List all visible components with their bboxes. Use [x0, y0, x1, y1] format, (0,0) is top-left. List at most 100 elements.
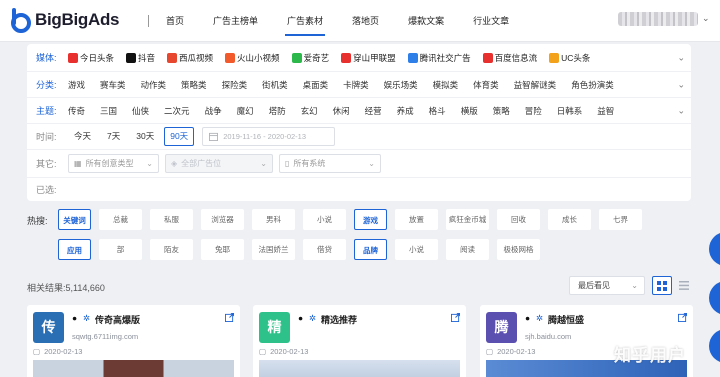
theme-option[interactable]: 魔幻	[237, 105, 254, 117]
media-option[interactable]: 百度信息流	[482, 52, 537, 64]
theme-option[interactable]: 日韩系	[557, 105, 583, 117]
theme-option[interactable]: 冒险	[525, 105, 542, 117]
hot-item[interactable]: 阅读	[446, 239, 489, 260]
keyword-tag[interactable]: 关键词	[58, 209, 91, 230]
hot-item[interactable]: 疯狂金币城	[446, 209, 489, 230]
theme-option[interactable]: 横版	[461, 105, 478, 117]
card-thumbnail[interactable]	[33, 360, 234, 377]
hot-item[interactable]: 部	[99, 239, 142, 260]
nav-home[interactable]: 首页	[158, 0, 192, 42]
category-option[interactable]: 探险类	[222, 79, 248, 91]
theme-option[interactable]: 格斗	[429, 105, 446, 117]
theme-option[interactable]: 策略	[493, 105, 510, 117]
time-7days-button[interactable]: 7天	[101, 127, 126, 146]
theme-option[interactable]: 益智	[597, 105, 614, 117]
media-option[interactable]: UC头条	[549, 52, 590, 64]
ad-card[interactable]: 传 ● ✲ 传奇高爆版 sqwtg.6711img.com ▢ 2020-02-1…	[27, 305, 240, 377]
logo[interactable]: BigBigAds	[10, 7, 119, 33]
floating-action-button[interactable]	[709, 281, 720, 315]
media-option[interactable]: 腾讯社交广告	[407, 52, 471, 64]
card-title[interactable]: 腾越恒盛	[548, 313, 584, 326]
ad-position-select[interactable]: ◈ 全部广告位 ⌄	[165, 154, 273, 173]
hot-item[interactable]: 放置	[395, 209, 438, 230]
hot-item[interactable]: 极极网格	[497, 239, 540, 260]
chevron-down-icon[interactable]: ⌄	[677, 52, 685, 63]
brand-tag[interactable]: 品牌	[354, 239, 387, 260]
list-view-button[interactable]	[674, 276, 694, 295]
card-thumbnail[interactable]	[259, 360, 460, 377]
hot-item[interactable]: 法国娇兰	[252, 239, 295, 260]
hot-item[interactable]: 成长	[548, 209, 591, 230]
time-90days-button[interactable]: 90天	[164, 127, 195, 146]
media-option[interactable]: 今日头条	[68, 52, 114, 64]
theme-option[interactable]: 养成	[397, 105, 414, 117]
hot-item[interactable]: 总裁	[99, 209, 142, 230]
theme-option[interactable]: 传奇	[68, 105, 85, 117]
hot-item[interactable]: 借贷	[303, 239, 346, 260]
category-option[interactable]: 娱乐场类	[384, 79, 418, 91]
floating-action-button[interactable]	[709, 232, 720, 266]
nav-advertiser-ranking[interactable]: 广告主榜单	[205, 0, 266, 42]
category-option[interactable]: 角色扮演类	[571, 79, 614, 91]
nav-landing-pages[interactable]: 落地页	[344, 0, 387, 42]
hot-item[interactable]: 七界	[599, 209, 642, 230]
grid-view-button[interactable]	[652, 276, 672, 295]
creative-type-select[interactable]: ▦ 所有创意类型 ⌄	[68, 154, 159, 173]
hot-item[interactable]: 兔耶	[201, 239, 244, 260]
theme-filter-row: 主题: 传奇 三国 仙侠 二次元 战争 魔幻 塔防 玄幻 休闲 经营 养成 格斗 横版 策略 冒险 日韩系 益智…	[27, 98, 691, 124]
nav-ad-creatives[interactable]: 广告素材	[279, 0, 331, 42]
chevron-down-icon[interactable]: ⌄	[677, 105, 685, 116]
hot-item[interactable]: 回收	[497, 209, 540, 230]
category-option[interactable]: 益智解谜类	[514, 79, 557, 91]
theme-option[interactable]: 塔防	[269, 105, 286, 117]
hot-item[interactable]: 浏览器	[201, 209, 244, 230]
date-range-picker[interactable]: 2019-11-16 - 2020-02-13	[202, 127, 336, 146]
hot-item[interactable]: 陌友	[150, 239, 193, 260]
time-today-button[interactable]: 今天	[68, 127, 97, 146]
floating-action-button[interactable]	[709, 329, 720, 363]
media-option[interactable]: 爱奇艺	[291, 52, 329, 64]
theme-option[interactable]: 经营	[365, 105, 382, 117]
card-title[interactable]: 精选推荐	[321, 313, 357, 326]
hot-item[interactable]: 男科	[252, 209, 295, 230]
media-option[interactable]: 西瓜视频	[167, 52, 213, 64]
category-option[interactable]: 动作类	[141, 79, 167, 91]
category-option[interactable]: 模拟类	[433, 79, 459, 91]
nav-hot-copy[interactable]: 爆款文案	[400, 0, 452, 42]
media-option[interactable]: 抖音	[126, 52, 155, 64]
external-link-icon[interactable]	[451, 313, 460, 324]
hot-item[interactable]: 私服	[150, 209, 193, 230]
chevron-down-icon[interactable]: ⌄	[677, 79, 685, 90]
category-option[interactable]: 游戏	[68, 79, 85, 91]
time-30days-button[interactable]: 30天	[130, 127, 160, 146]
hot-item[interactable]: 小说	[303, 209, 346, 230]
category-option[interactable]: 体育类	[473, 79, 499, 91]
theme-option[interactable]: 三国	[100, 105, 117, 117]
app-tag[interactable]: 应用	[58, 239, 91, 260]
category-option[interactable]: 街机类	[262, 79, 288, 91]
external-link-icon[interactable]	[678, 313, 687, 324]
external-link-icon[interactable]	[225, 313, 234, 324]
media-option[interactable]: 火山小视频	[225, 52, 280, 64]
category-option[interactable]: 策略类	[181, 79, 207, 91]
hot-item[interactable]: 小说	[395, 239, 438, 260]
uc-icon	[549, 52, 560, 63]
category-option[interactable]: 卡牌类	[343, 79, 369, 91]
game-tag[interactable]: 游戏	[354, 209, 387, 230]
hot-search-row-2: 应用 部 陌友 兔耶 法国娇兰 借贷 品牌 小说 阅读 极极网格	[58, 239, 548, 260]
theme-option[interactable]: 战争	[205, 105, 222, 117]
category-option[interactable]: 桌面类	[303, 79, 329, 91]
card-title[interactable]: 传奇高爆版	[95, 313, 140, 326]
theme-option[interactable]: 休闲	[333, 105, 350, 117]
theme-option[interactable]: 仙侠	[132, 105, 149, 117]
theme-option[interactable]: 二次元	[164, 105, 190, 117]
ad-card[interactable]: 精 ● ✲ 精选推荐 ▢ 2020-02-13	[253, 305, 466, 377]
theme-option[interactable]: 玄幻	[301, 105, 318, 117]
user-account-blurred[interactable]	[618, 12, 698, 26]
category-option[interactable]: 赛车类	[100, 79, 126, 91]
nav-industry-articles[interactable]: 行业文章	[465, 0, 517, 42]
system-select[interactable]: ▯ 所有系统 ⌄	[279, 154, 381, 173]
media-option[interactable]: 穿山甲联盟	[341, 52, 396, 64]
chevron-down-icon[interactable]: ⌄	[702, 13, 710, 24]
sort-select[interactable]: 最后看见 ⌄	[569, 276, 645, 295]
